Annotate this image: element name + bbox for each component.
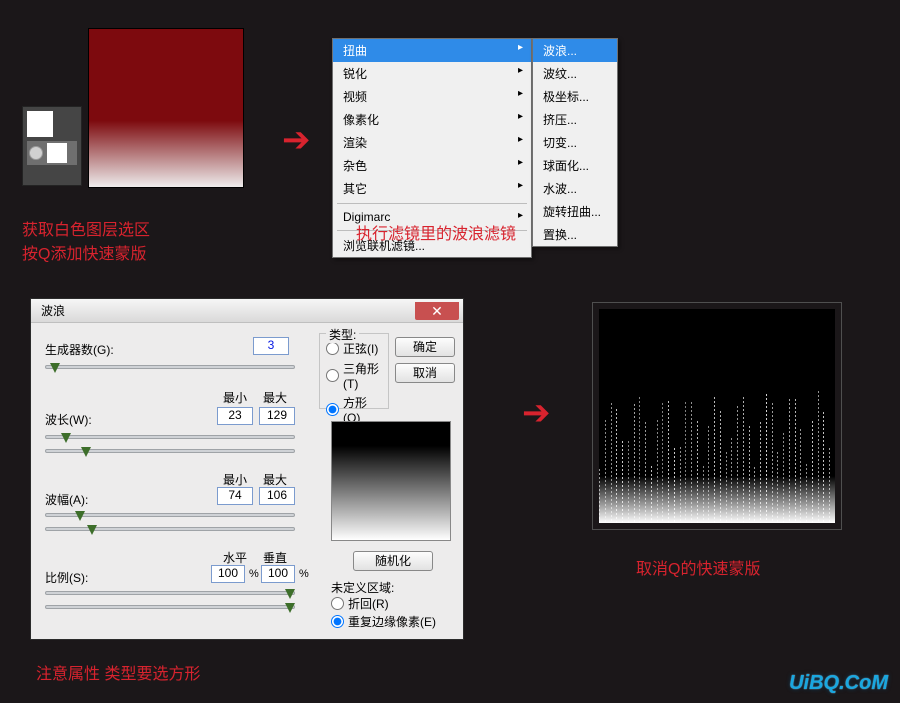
menu-item-video[interactable]: 视频	[333, 85, 531, 108]
result-white-gradient	[599, 476, 835, 523]
generators-input[interactable]: 3	[253, 337, 289, 355]
wave-preview-graphic	[332, 422, 450, 540]
menu-separator	[337, 203, 527, 204]
generators-slider[interactable]	[45, 365, 295, 369]
mask-thumbnail[interactable]	[27, 111, 53, 137]
scale-vert-input[interactable]: 100	[261, 565, 295, 583]
scale-label: 比例(S):	[45, 569, 88, 586]
submenu-item-wave[interactable]: 波浪...	[533, 39, 617, 62]
wrap-label: 折回(R)	[348, 595, 389, 612]
submenu-item-twirl[interactable]: 旋转扭曲...	[533, 200, 617, 223]
menu-item-distort[interactable]: 扭曲	[333, 39, 531, 62]
scale-horiz-slider[interactable]	[45, 591, 295, 595]
dialog-titlebar[interactable]: 波浪 ✕	[31, 299, 463, 323]
distort-submenu[interactable]: 波浪... 波纹... 极坐标... 挤压... 切变... 球面化... 水波…	[532, 38, 618, 247]
submenu-item-ripple[interactable]: 波纹...	[533, 62, 617, 85]
watermark: UiBQ.CoM	[789, 672, 888, 695]
undefined-area-label: 未定义区域:	[331, 579, 394, 596]
layers-panel	[22, 106, 82, 186]
amplitude-max-slider[interactable]	[45, 527, 295, 531]
slider-thumb-icon[interactable]	[285, 589, 295, 599]
scale-horiz-input[interactable]: 100	[211, 565, 245, 583]
horiz-header: 水平	[223, 549, 247, 566]
slider-thumb-icon[interactable]	[75, 511, 85, 521]
submenu-item-polar[interactable]: 极坐标...	[533, 85, 617, 108]
result-preview	[599, 309, 835, 523]
wavelength-max-input[interactable]: 129	[259, 407, 295, 425]
amplitude-min-input[interactable]: 74	[217, 487, 253, 505]
menu-item-sharpen[interactable]: 锐化	[333, 62, 531, 85]
min-header: 最小	[223, 471, 247, 488]
vert-header: 垂直	[263, 549, 287, 566]
amplitude-max-input[interactable]: 106	[259, 487, 295, 505]
generators-label: 生成器数(G):	[45, 341, 114, 358]
wave-dialog: 波浪 ✕ 生成器数(G): 3 最小 最大 波长(W): 23 129 最小 最…	[30, 298, 464, 640]
caption-selection: 获取白色图层选区 按Q添加快速蒙版	[22, 216, 150, 264]
arrow-icon: ➔	[522, 396, 551, 430]
caption-cancel-q: 取消Q的快速蒙版	[636, 555, 760, 579]
layer-thumbnail[interactable]	[47, 143, 67, 163]
slider-thumb-icon[interactable]	[61, 433, 71, 443]
repeat-edge-radio[interactable]: 重复边缘像素(E)	[331, 613, 436, 630]
max-header: 最大	[263, 471, 287, 488]
submenu-item-spherize[interactable]: 球面化...	[533, 154, 617, 177]
menu-item-render[interactable]: 渲染	[333, 131, 531, 154]
slider-thumb-icon[interactable]	[50, 363, 60, 373]
dialog-body: 生成器数(G): 3 最小 最大 波长(W): 23 129 最小 最大 波幅(…	[31, 323, 463, 641]
type-triangle-radio[interactable]: 三角形(T)	[326, 360, 382, 391]
repeat-edge-label: 重复边缘像素(E)	[348, 613, 436, 630]
arrow-icon: ➔	[282, 123, 311, 157]
percent-label: %	[249, 568, 259, 580]
scale-vert-slider[interactable]	[45, 605, 295, 609]
submenu-item-displace[interactable]: 置换...	[533, 223, 617, 246]
menu-item-other[interactable]: 其它	[333, 177, 531, 200]
dialog-title: 波浪	[41, 302, 65, 319]
visibility-icon[interactable]	[29, 146, 43, 160]
submenu-item-pinch[interactable]: 挤压...	[533, 108, 617, 131]
menu-item-pixelate[interactable]: 像素化	[333, 108, 531, 131]
cancel-button[interactable]: 取消	[395, 363, 455, 383]
slider-thumb-icon[interactable]	[81, 447, 91, 457]
type-legend: 类型:	[326, 326, 359, 343]
caption-attr-note: 注意属性 类型要选方形	[36, 660, 200, 684]
max-header: 最大	[263, 389, 287, 406]
randomize-button[interactable]: 随机化	[353, 551, 433, 571]
menu-item-noise[interactable]: 杂色	[333, 154, 531, 177]
type-triangle-label: 三角形(T)	[343, 360, 382, 391]
slider-thumb-icon[interactable]	[87, 525, 97, 535]
percent-label: %	[299, 568, 309, 580]
layer-row[interactable]	[27, 141, 77, 165]
wave-preview	[331, 421, 451, 541]
close-button[interactable]: ✕	[415, 302, 459, 320]
ok-button[interactable]: 确定	[395, 337, 455, 357]
type-group: 类型: 正弦(I) 三角形(T) 方形(Q)	[319, 333, 389, 409]
result-preview-frame	[592, 302, 842, 530]
caption-filter: 执行滤镜里的波浪滤镜	[356, 220, 516, 244]
submenu-item-shear[interactable]: 切变...	[533, 131, 617, 154]
min-header: 最小	[223, 389, 247, 406]
wavelength-min-input[interactable]: 23	[217, 407, 253, 425]
amplitude-label: 波幅(A):	[45, 491, 88, 508]
red-gradient-canvas	[88, 28, 244, 188]
wavelength-label: 波长(W):	[45, 411, 92, 428]
slider-thumb-icon[interactable]	[285, 603, 295, 613]
wavelength-min-slider[interactable]	[45, 435, 295, 439]
submenu-item-zigzag[interactable]: 水波...	[533, 177, 617, 200]
wrap-radio[interactable]: 折回(R)	[331, 595, 389, 612]
